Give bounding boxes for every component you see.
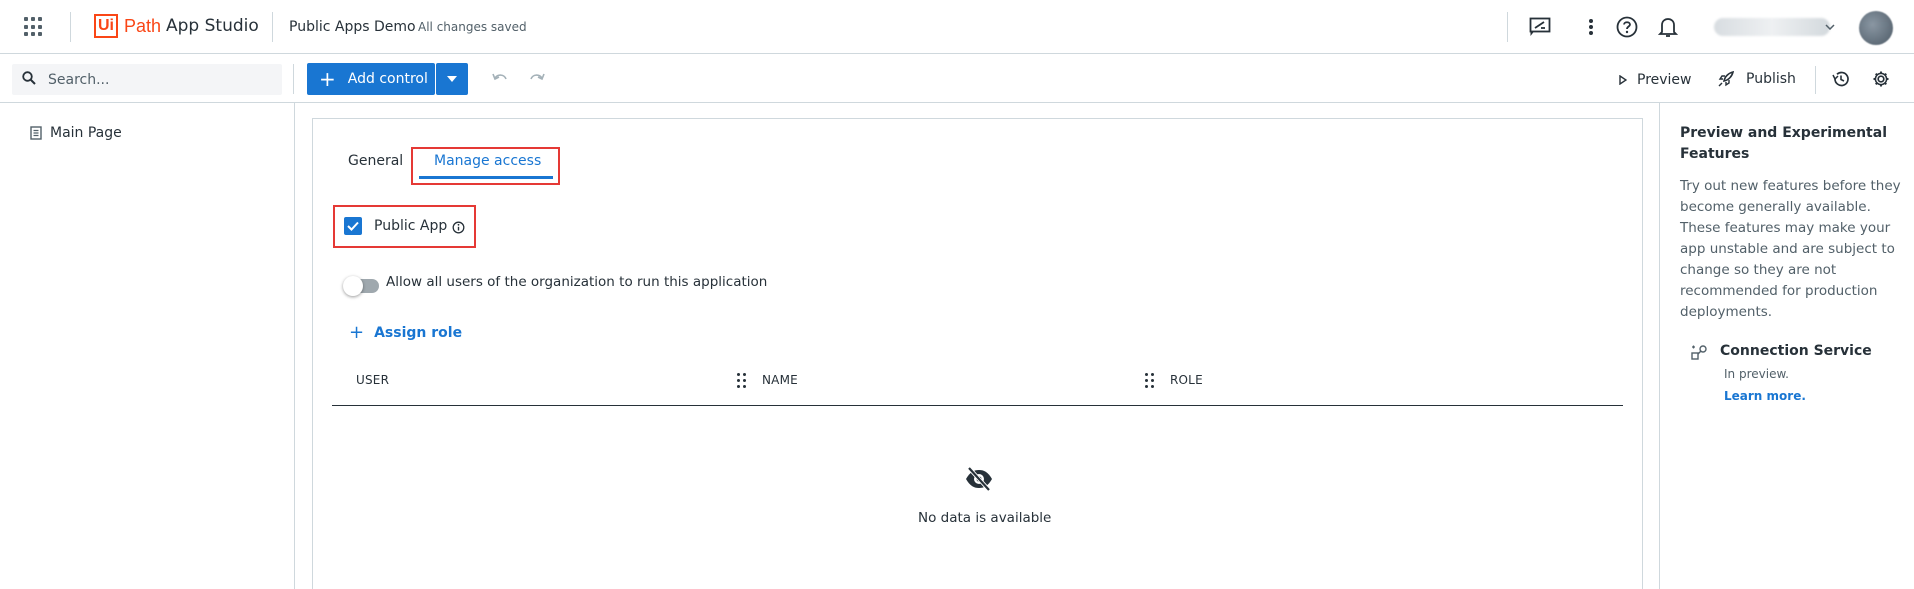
eye-off-icon bbox=[964, 465, 994, 493]
plus-icon: + bbox=[349, 322, 365, 343]
column-resize-handle[interactable] bbox=[737, 373, 746, 388]
play-icon bbox=[1619, 75, 1627, 85]
bell-icon[interactable] bbox=[1655, 14, 1681, 40]
preview-label: Preview bbox=[1637, 72, 1692, 88]
pages-panel bbox=[0, 103, 295, 589]
add-control-dropdown[interactable] bbox=[436, 63, 468, 95]
plus-icon: + bbox=[319, 67, 336, 91]
learn-more-link[interactable]: Learn more. bbox=[1724, 389, 1806, 403]
tab-general[interactable]: General bbox=[348, 152, 403, 170]
service-name: Connection Service bbox=[1720, 343, 1872, 359]
apps-grid-icon[interactable] bbox=[24, 17, 44, 37]
service-status: In preview. bbox=[1724, 367, 1789, 381]
info-icon[interactable] bbox=[451, 220, 465, 234]
project-name[interactable]: Public Apps Demo bbox=[289, 18, 416, 36]
column-header-user[interactable]: USER bbox=[356, 373, 389, 387]
search-box[interactable] bbox=[12, 64, 282, 95]
header-divider bbox=[70, 12, 71, 42]
page-item-main[interactable]: Main Page bbox=[30, 125, 122, 141]
tab-manage-access[interactable]: Manage access bbox=[434, 152, 541, 170]
header-divider bbox=[272, 12, 273, 42]
page-item-label: Main Page bbox=[50, 125, 122, 141]
user-name[interactable] bbox=[1714, 18, 1830, 36]
avatar[interactable] bbox=[1859, 11, 1893, 45]
active-tab-indicator bbox=[419, 176, 553, 179]
public-app-checkbox[interactable] bbox=[344, 217, 362, 235]
rocket-icon bbox=[1718, 71, 1734, 87]
save-status: All changes saved bbox=[418, 20, 527, 34]
column-header-role[interactable]: ROLE bbox=[1170, 373, 1203, 387]
allow-all-label: Allow all users of the organization to r… bbox=[386, 274, 768, 290]
history-icon[interactable] bbox=[1831, 69, 1851, 89]
empty-state-text: No data is available bbox=[918, 510, 1052, 526]
preview-button[interactable]: Preview bbox=[1619, 70, 1692, 90]
search-icon bbox=[22, 70, 36, 89]
add-control-label: Add control bbox=[347, 71, 428, 87]
public-app-label: Public App bbox=[374, 218, 448, 234]
publish-label: Publish bbox=[1746, 71, 1796, 87]
toolbar-divider bbox=[293, 64, 294, 94]
logo-path: Path bbox=[124, 16, 162, 36]
check-icon bbox=[347, 221, 359, 231]
feedback-icon[interactable] bbox=[1527, 14, 1553, 40]
logo-ui: Ui bbox=[94, 14, 118, 38]
chevron-down-icon[interactable] bbox=[1823, 20, 1837, 34]
features-title: Preview and Experimental Features bbox=[1680, 125, 1887, 162]
header-divider bbox=[1507, 12, 1508, 42]
assign-role-label: Assign role bbox=[374, 325, 463, 341]
app-name: App Studio bbox=[166, 16, 259, 36]
page-icon bbox=[30, 126, 42, 140]
assign-role-button[interactable]: + Assign role bbox=[349, 322, 463, 343]
add-control-button[interactable]: + Add control bbox=[307, 63, 435, 95]
search-input[interactable] bbox=[48, 71, 268, 88]
undo-icon[interactable] bbox=[489, 70, 511, 88]
help-icon[interactable] bbox=[1614, 14, 1640, 40]
more-vertical-icon[interactable] bbox=[1582, 14, 1600, 40]
features-description: Try out new features before they become … bbox=[1680, 178, 1901, 320]
table-header-divider bbox=[332, 405, 1623, 406]
redo-icon[interactable] bbox=[526, 70, 548, 88]
column-resize-handle[interactable] bbox=[1145, 373, 1154, 388]
publish-button[interactable]: Publish bbox=[1718, 69, 1796, 89]
allow-all-toggle[interactable] bbox=[343, 275, 379, 297]
gear-icon[interactable] bbox=[1871, 69, 1891, 89]
column-header-name[interactable]: NAME bbox=[762, 373, 798, 387]
toolbar-divider bbox=[1815, 66, 1816, 94]
connection-icon bbox=[1690, 344, 1708, 362]
